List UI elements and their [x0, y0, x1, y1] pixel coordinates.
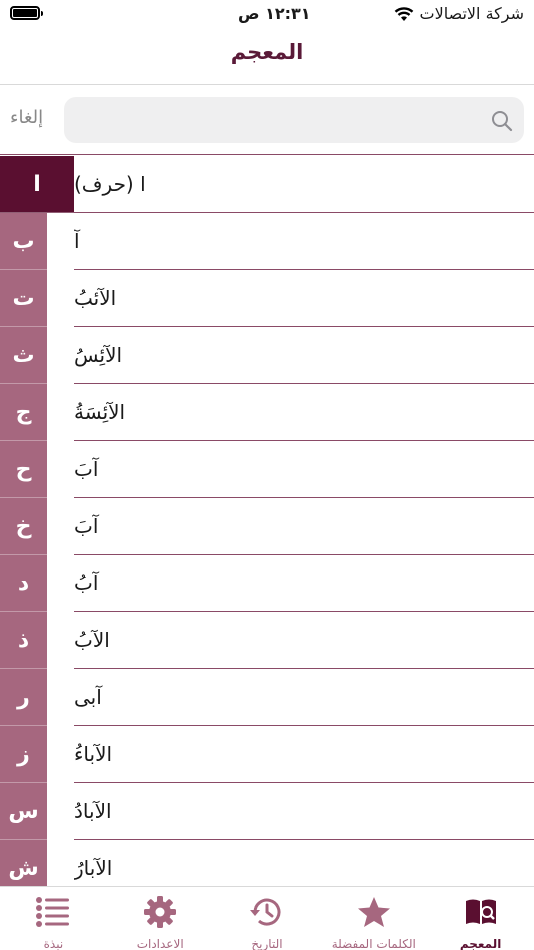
tab-list[interactable]: نبذة	[0, 887, 106, 950]
word-label: الآبادُ	[74, 799, 112, 823]
word-list-item[interactable]: آبُ	[74, 555, 534, 612]
tab-label: الاعدادات	[136, 937, 184, 950]
letter-index-item[interactable]: ذ	[0, 612, 47, 669]
history-icon	[249, 895, 285, 933]
word-list-item[interactable]: آبَ	[74, 441, 534, 498]
tab-bar: المعجم الكلمات المفضلة التاريخ الاعدادات نبذ…	[0, 886, 534, 950]
word-list-item[interactable]: الآبارُ	[74, 840, 534, 886]
word-label: آبُ	[74, 571, 99, 595]
book-search-icon	[463, 895, 499, 933]
search-icon	[492, 111, 513, 132]
word-list-item[interactable]: آ	[74, 213, 534, 270]
word-list-item[interactable]: آبى	[74, 669, 534, 726]
word-label: الآئِسُ	[74, 343, 123, 367]
letter-index-item[interactable]: د	[0, 555, 47, 612]
star-icon	[356, 895, 392, 933]
carrier-name: شركة الاتصالات	[419, 4, 524, 23]
tab-label: المعجم	[459, 937, 502, 950]
letter-index-item[interactable]: ح	[0, 441, 47, 498]
word-list-item[interactable]: الآئِسَةُ	[74, 384, 534, 441]
word-list-item[interactable]: ا (حرف)	[74, 156, 534, 213]
word-list-item[interactable]: الآباءُ	[74, 726, 534, 783]
page-title: المعجم	[230, 40, 304, 64]
letter-index-item[interactable]: خ	[0, 498, 47, 555]
letter-index: ابتثجحخدذرزسش	[0, 156, 74, 886]
gear-icon	[142, 895, 178, 933]
word-label: الآبارُ	[74, 856, 113, 880]
letter-index-item[interactable]: ت	[0, 270, 47, 327]
wifi-icon	[394, 6, 413, 21]
status-bar: ١٢:٣١ ص شركة الاتصالات	[0, 0, 534, 30]
word-label: آبَ	[74, 457, 99, 481]
list-icon	[35, 895, 71, 933]
word-list-item[interactable]: الآئِسُ	[74, 327, 534, 384]
word-label: الآئِسَةُ	[74, 400, 126, 424]
letter-index-item[interactable]: ب	[0, 213, 47, 270]
navigation-bar: المعجم	[0, 30, 534, 85]
word-label: ا (حرف)	[74, 172, 146, 196]
word-label: آبَ	[74, 514, 99, 538]
letter-index-item[interactable]: س	[0, 783, 47, 840]
search-row: إلغاء	[0, 85, 534, 155]
tab-label: الكلمات المفضلة	[331, 937, 416, 950]
letter-index-item[interactable]: ا	[0, 156, 74, 213]
word-list-item[interactable]: الآبُ	[74, 612, 534, 669]
word-label: آ	[74, 229, 80, 253]
word-list: ا (حرف) آ الآئبُ الآئِسُ الآئِسَةُ آبَ آبَ آبُ ا…	[74, 156, 534, 886]
tab-label: التاريخ	[251, 937, 283, 950]
word-list-item[interactable]: الآبادُ	[74, 783, 534, 840]
word-label: آبى	[74, 685, 102, 709]
status-carrier: شركة الاتصالات	[394, 4, 524, 23]
word-list-item[interactable]: آبَ	[74, 498, 534, 555]
word-label: الآباءُ	[74, 742, 113, 766]
search-input[interactable]	[64, 97, 524, 143]
letter-index-item[interactable]: ج	[0, 384, 47, 441]
tab-book-search[interactable]: المعجم	[428, 887, 534, 950]
battery-icon	[10, 6, 43, 20]
word-list-item[interactable]: الآئبُ	[74, 270, 534, 327]
word-label: الآئبُ	[74, 286, 117, 310]
letter-index-item[interactable]: ر	[0, 669, 47, 726]
letter-index-item[interactable]: ش	[0, 840, 47, 886]
letter-index-item[interactable]: ز	[0, 726, 47, 783]
letter-index-item[interactable]: ث	[0, 327, 47, 384]
tab-history[interactable]: التاريخ	[214, 887, 320, 950]
word-label: الآبُ	[74, 628, 110, 652]
tab-star[interactable]: الكلمات المفضلة	[321, 887, 427, 950]
tab-gear[interactable]: الاعدادات	[107, 887, 213, 950]
tab-label: نبذة	[43, 937, 64, 950]
cancel-button[interactable]: إلغاء	[10, 107, 43, 128]
status-time: ١٢:٣١ ص	[238, 4, 311, 23]
